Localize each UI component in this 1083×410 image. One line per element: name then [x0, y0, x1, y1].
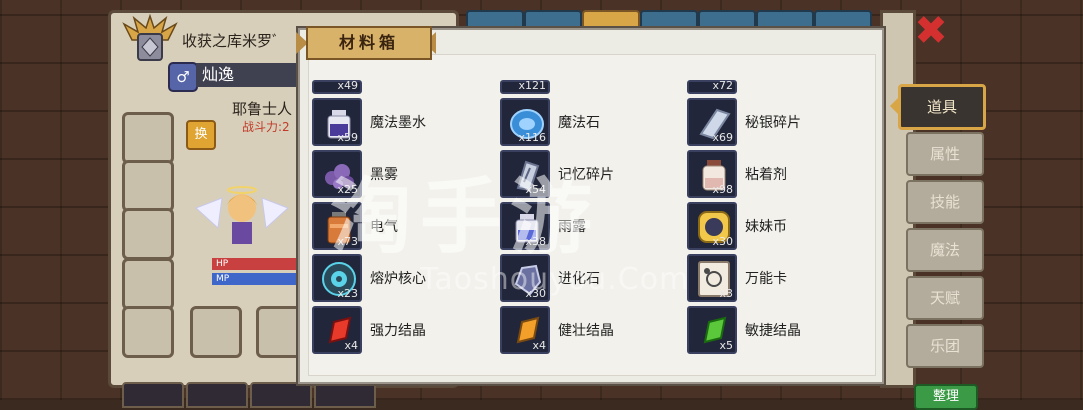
accessory-slot[interactable]: [122, 258, 174, 310]
hero-sprite: [195, 186, 289, 244]
swap-button[interactable]: 换: [186, 120, 216, 150]
material-quantity: x23: [337, 287, 358, 300]
material-slot: x3: [687, 254, 737, 302]
player-name: 灿逸: [196, 63, 302, 87]
sort-button[interactable]: 整理: [914, 384, 978, 410]
material-item[interactable]: x98 粘着剂: [687, 150, 867, 198]
popup-title-ribbon: 材料箱: [296, 26, 436, 60]
character-title: 收获之库米罗ﾞ: [182, 32, 280, 50]
side-tab-6[interactable]: 乐团: [906, 324, 984, 368]
side-tab-1[interactable]: 道具: [898, 84, 986, 130]
offhand-slot[interactable]: [190, 306, 242, 358]
material-item[interactable]: x4 强力结晶: [312, 306, 492, 354]
material-slot: x98: [687, 150, 737, 198]
material-slot: x4: [500, 306, 550, 354]
material-item-partial[interactable]: x72: [687, 80, 867, 94]
side-tab-5[interactable]: 天赋: [906, 276, 984, 320]
weapon-slot[interactable]: [122, 208, 174, 260]
material-quantity: x5: [719, 339, 733, 352]
material-slot: x116: [500, 98, 550, 146]
material-slot: x69: [687, 98, 737, 146]
party-slot-1[interactable]: [122, 382, 184, 408]
material-quantity: x59: [337, 131, 358, 144]
class-title: 耶鲁士人: [232, 100, 293, 118]
guild-emblem-icon: [122, 14, 178, 61]
side-tab-2[interactable]: 属性: [906, 132, 984, 176]
party-slot-2[interactable]: [186, 382, 248, 408]
male-icon: ♂: [168, 62, 198, 92]
material-name: 万能卡: [745, 271, 787, 287]
material-item[interactable]: x30 妹妹币: [687, 202, 867, 250]
material-quantity: x3: [719, 287, 733, 300]
material-slot: x59: [312, 98, 362, 146]
watermark-text: 淘手游: [330, 170, 601, 265]
material-name: 魔法墨水: [370, 115, 426, 131]
material-slot: x30: [687, 202, 737, 250]
material-quantity: x69: [712, 131, 733, 144]
material-slot: x49: [312, 80, 362, 94]
material-item[interactable]: x4 健壮结晶: [500, 306, 680, 354]
material-item-partial[interactable]: x49: [312, 80, 492, 94]
material-quantity: x49: [337, 80, 358, 92]
material-item[interactable]: x5 敏捷结晶: [687, 306, 867, 354]
material-quantity: x121: [518, 80, 546, 92]
material-item[interactable]: x69 秘银碎片: [687, 98, 867, 146]
material-name: 强力结晶: [370, 323, 426, 339]
material-slot: x4: [312, 306, 362, 354]
material-slot: x5: [687, 306, 737, 354]
side-tab-3[interactable]: 技能: [906, 180, 984, 224]
material-slot: x72: [687, 80, 737, 94]
material-name: 魔法石: [558, 115, 600, 131]
material-name: 秘银碎片: [745, 115, 801, 131]
material-item-partial[interactable]: x121: [500, 80, 680, 94]
hp-bar: HP: [212, 258, 304, 270]
popup-title: 材料箱: [306, 26, 432, 60]
material-name: 粘着剂: [745, 167, 787, 183]
close-icon[interactable]: ✖: [912, 11, 950, 51]
material-quantity: x98: [712, 183, 733, 196]
watermark-url: Taoshouyou.Com: [420, 262, 690, 297]
material-quantity: x4: [532, 339, 546, 352]
armor-slot[interactable]: [122, 160, 174, 212]
material-name: 妹妹币: [745, 219, 787, 235]
material-quantity: x30: [712, 235, 733, 248]
helmet-slot[interactable]: [122, 112, 174, 164]
material-name: 敏捷结晶: [745, 323, 801, 339]
ring-slot[interactable]: [122, 306, 174, 358]
material-item[interactable]: x59 魔法墨水: [312, 98, 492, 146]
material-quantity: x4: [344, 339, 358, 352]
power-label: 战斗力:2: [242, 120, 290, 134]
mp-bar: MP: [212, 273, 304, 285]
material-quantity: x116: [518, 131, 546, 144]
material-item[interactable]: x3 万能卡: [687, 254, 867, 302]
material-item[interactable]: x116 魔法石: [500, 98, 680, 146]
material-name: 健壮结晶: [558, 323, 614, 339]
material-slot: x121: [500, 80, 550, 94]
material-quantity: x72: [712, 80, 733, 92]
party-slot-3[interactable]: [250, 382, 312, 408]
side-tab-4[interactable]: 魔法: [906, 228, 984, 272]
party-slot-4[interactable]: [314, 382, 376, 408]
material-name: 熔炉核心: [370, 271, 426, 287]
